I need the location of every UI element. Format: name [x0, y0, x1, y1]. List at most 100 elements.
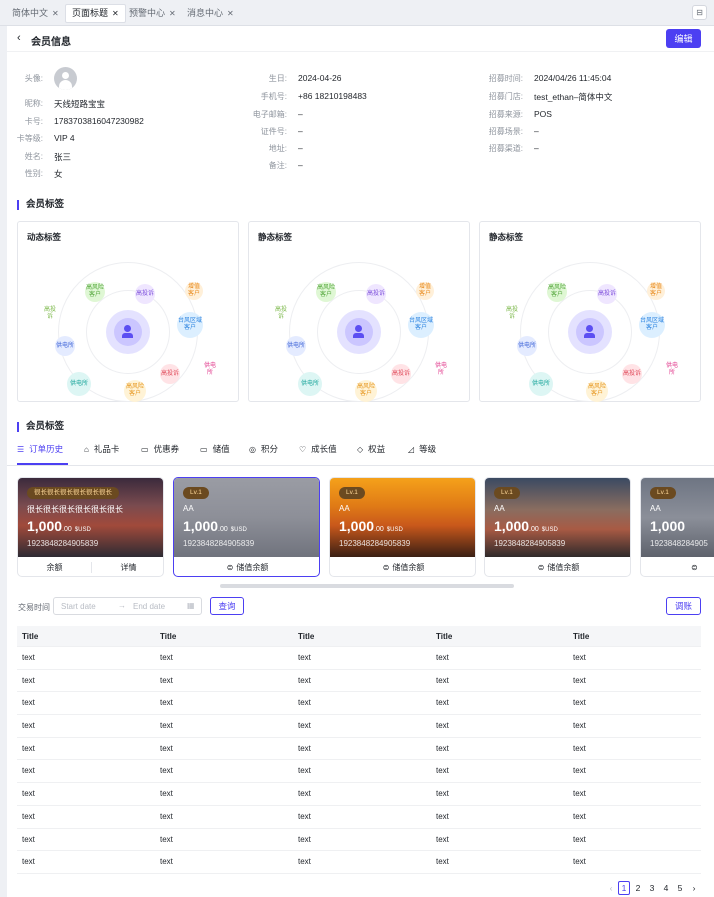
cards-scrollbar[interactable]	[220, 584, 514, 588]
tab-page-title[interactable]: 页面标题 ✕	[65, 4, 126, 23]
tag-text: 台风区域客户	[640, 318, 665, 331]
recruit-source-value: POS	[534, 109, 552, 119]
balance-button[interactable]: 余额	[18, 557, 91, 576]
tag-bubble[interactable]: 台风区域客户	[408, 312, 434, 338]
stored-balance-button[interactable]: 储值余额	[392, 563, 424, 572]
table-cell: text	[298, 789, 311, 799]
table-row[interactable]: text text text text text	[17, 715, 701, 738]
table-row[interactable]: text text text text text	[17, 851, 701, 874]
tab-gift-card[interactable]: ⌂ 礼品卡	[84, 443, 119, 455]
tab-coupon[interactable]: ▭ 优惠券	[141, 443, 179, 455]
member-card[interactable]: Lv.1 AA 1,000.00 $USD 1923848284905839 ⊜ 储…	[484, 477, 631, 577]
tag-text: 高风险客户	[356, 384, 375, 397]
close-icon[interactable]: ✕	[112, 9, 119, 18]
adjust-button[interactable]: 调账	[666, 597, 701, 615]
table-cell: text	[436, 766, 449, 776]
edit-button[interactable]: 编辑	[666, 29, 701, 48]
table-row[interactable]: text text text text text	[17, 738, 701, 761]
tag-bubble[interactable]: 供电所	[286, 336, 306, 356]
member-card[interactable]: Lv.1 AA 1,000 1923848284905 ⊜	[640, 477, 714, 577]
tag-bubble[interactable]: 供电所	[433, 362, 449, 378]
close-icon[interactable]: ✕	[169, 9, 176, 18]
tag-bubble[interactable]: 增值客户	[416, 282, 434, 300]
date-range-picker[interactable]: Start date → End date ▦	[53, 597, 202, 615]
stored-balance-button[interactable]: 储值余额	[236, 563, 268, 572]
tag-bubble[interactable]: 台风区域客户	[177, 312, 203, 338]
tag-bubble[interactable]: 高风险客户	[85, 282, 105, 302]
card-footer: ⊜ 储值余额	[485, 557, 630, 576]
table-row[interactable]: text text text text text	[17, 692, 701, 716]
table-cell: text	[573, 857, 586, 867]
page-5-button[interactable]: 5	[674, 881, 686, 895]
close-icon[interactable]: ✕	[52, 9, 59, 18]
close-icon[interactable]: ✕	[227, 9, 234, 18]
tag-bubble[interactable]: 供电所	[67, 372, 91, 396]
tag-bubble[interactable]: 供电所	[202, 362, 218, 378]
tag-bubble[interactable]: 高风险客户	[355, 380, 377, 402]
gender-label: 性别:	[24, 169, 43, 178]
tag-bubble[interactable]: 高投诉	[622, 364, 642, 384]
tab-simplified-chinese[interactable]: 简体中文 ✕	[6, 4, 65, 23]
stored-balance-button[interactable]: 储值余额	[547, 563, 579, 572]
tag-bubble[interactable]: 供电所	[55, 336, 75, 356]
table-row[interactable]: text text text text text	[17, 670, 701, 693]
table-row[interactable]: text text text text text	[17, 806, 701, 829]
tag-bubble[interactable]: 高投诉	[135, 284, 155, 304]
calendar-icon[interactable]: ▦	[187, 601, 195, 610]
tag-bubble[interactable]: 供电所	[517, 336, 537, 356]
tab-stored-value[interactable]: ▭ 储值	[200, 443, 230, 455]
tag-bubble[interactable]: 供电所	[664, 362, 680, 378]
tab-menu-icon[interactable]: ⊟	[692, 5, 707, 20]
table-row[interactable]: text text text text text	[17, 829, 701, 852]
card-level-label: 卡等级:	[16, 134, 43, 143]
details-button[interactable]: 详情	[92, 557, 163, 576]
table-cell: text	[298, 675, 311, 685]
next-page-icon[interactable]: ›	[688, 881, 700, 895]
back-icon[interactable]: ‹	[17, 32, 21, 44]
tab-points[interactable]: ◎ 积分	[249, 443, 278, 455]
tab-message-center[interactable]: 消息中心 ✕	[181, 4, 240, 23]
page-1-button[interactable]: 1	[618, 881, 630, 895]
start-date-input[interactable]: Start date	[61, 602, 96, 611]
table-row[interactable]: text text text text text	[17, 783, 701, 806]
tag-bubble[interactable]: 高投诉	[366, 284, 386, 304]
card-number-value: 1783703816047230982	[54, 116, 144, 126]
tab-order-history[interactable]: ☰ 订单历史	[17, 443, 63, 455]
tag-bubble[interactable]: 供电所	[529, 372, 553, 396]
tag-bubble[interactable]: 增值客户	[185, 282, 203, 300]
tag-bubble[interactable]: 高投诉	[597, 284, 617, 304]
prev-page-icon[interactable]: ‹	[605, 881, 617, 895]
tab-level[interactable]: ◿ 等级	[408, 443, 436, 455]
table-row[interactable]: text text text text text	[17, 760, 701, 784]
page-3-button[interactable]: 3	[646, 881, 658, 895]
tag-bubble[interactable]: 高风险客户	[124, 380, 146, 402]
tag-cloud: 高风险客户 高投诉 增值客户 高投诉 台风区域客户 供电所 供电所 高投诉 供电所 高风险客户	[25, 244, 232, 402]
tag-bubble[interactable]: 高投诉	[391, 364, 411, 384]
end-date-input[interactable]: End date	[133, 602, 165, 611]
tag-text: 高投诉	[274, 307, 287, 320]
member-card[interactable]: Lv.1 AA 1,000.00 $USD 1923848284905839 ⊜ 储…	[173, 477, 320, 577]
tag-bubble[interactable]: 高投诉	[160, 364, 180, 384]
tag-bubble[interactable]: 供电所	[298, 372, 322, 396]
card-badge: Lv.1	[494, 487, 520, 499]
query-button[interactable]: 查询	[210, 597, 244, 615]
tag-bubble[interactable]: 高风险客户	[316, 282, 336, 302]
tag-bubble[interactable]: 台风区域客户	[639, 312, 665, 338]
tag-bubble[interactable]: 增值客户	[647, 282, 665, 300]
wallet-icon: ⊜	[537, 563, 545, 572]
tab-alert-center[interactable]: 预警中心 ✕	[123, 4, 182, 23]
tab-growth[interactable]: ♡ 成长值	[299, 443, 337, 455]
tag-bubble[interactable]: 高风险客户	[547, 282, 567, 302]
table-row[interactable]: text text text text text	[17, 647, 701, 670]
amount-value: 1,000	[339, 518, 375, 534]
tag-bubble[interactable]: 高投诉	[504, 306, 520, 322]
tag-bubble[interactable]: 高投诉	[42, 306, 58, 322]
member-card[interactable]: 很长很长很长很长很长很长 很长很长很长很长很长很长 1,000.00 $USD 1…	[17, 477, 164, 577]
tab-benefits[interactable]: ◇ 权益	[357, 443, 385, 455]
page-2-button[interactable]: 2	[632, 881, 644, 895]
page-4-button[interactable]: 4	[660, 881, 672, 895]
tag-bubble[interactable]: 高风险客户	[586, 380, 608, 402]
member-card[interactable]: Lv.1 AA 1,000.00 $USD 1923848284905839 ⊜ 储…	[329, 477, 476, 577]
tag-bubble[interactable]: 高投诉	[273, 306, 289, 322]
tag-cloud: 高风险客户 高投诉 增值客户 高投诉 台风区域客户 供电所 供电所 高投诉 供电所 高风险客户	[487, 244, 694, 402]
